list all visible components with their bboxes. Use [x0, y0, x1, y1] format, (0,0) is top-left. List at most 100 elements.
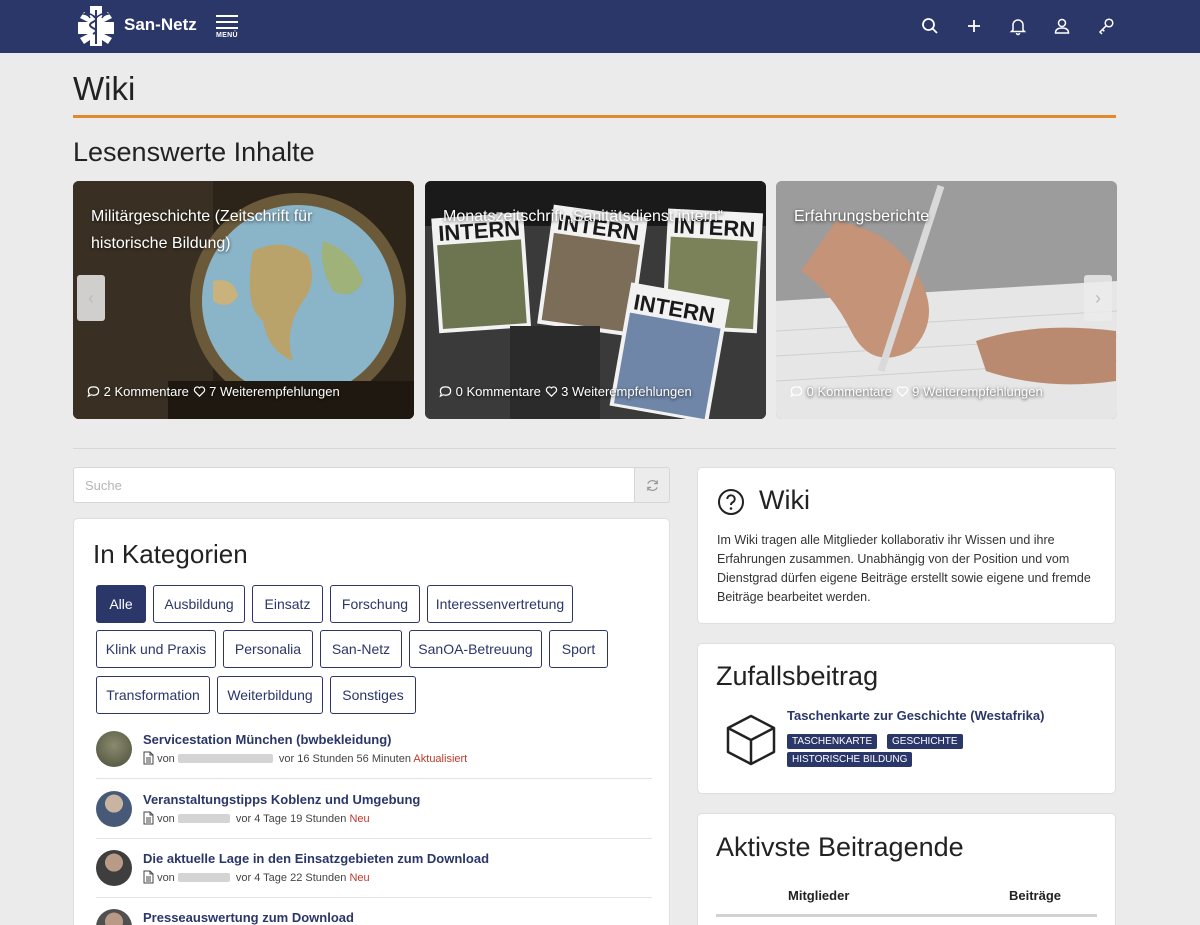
wiki-info-title: Wiki — [759, 485, 810, 515]
entry-title-link[interactable]: Servicestation München (bwbekleidung) — [143, 732, 391, 747]
category-tag-weiterbildung[interactable]: Weiterbildung — [217, 676, 323, 714]
author-link-blurred[interactable] — [177, 814, 230, 823]
entry-divider — [96, 897, 652, 898]
categories-title: In Kategorien — [93, 539, 248, 569]
category-tag-transformation[interactable]: Transformation — [96, 676, 210, 714]
document-icon — [143, 751, 154, 765]
document-icon — [143, 870, 154, 884]
featured-section-title: Lesenswerte Inhalte — [73, 137, 315, 167]
random-post-panel: Zufallsbeitrag Taschenkarte zur Geschich… — [697, 643, 1116, 794]
carousel-next-button[interactable]: › — [1084, 275, 1112, 321]
author-link-blurred[interactable] — [177, 873, 230, 882]
status-badge: Neu — [349, 872, 370, 884]
featured-card-militaergeschichte[interactable]: Militärgeschichte (Zeitschrift für histo… — [73, 181, 414, 419]
user-icon[interactable] — [1051, 15, 1073, 37]
refresh-button[interactable] — [634, 467, 670, 503]
category-tag-interessenvertretung[interactable]: Interessenvertretung — [427, 585, 573, 623]
featured-card-sanitaetsdienst-intern[interactable]: INTERN INTERN INTERN INTERN Monatszeitsc… — [425, 181, 766, 419]
avatar[interactable] — [96, 731, 132, 767]
plus-icon[interactable] — [963, 15, 985, 37]
entry-meta: von vor 4 Tage 22 Stunden Neu — [143, 870, 370, 884]
entry-meta: von vor 16 Stunden 56 Minuten Aktualisie… — [143, 751, 467, 765]
entry-title-link[interactable]: Presseauswertung zum Download — [143, 910, 354, 925]
category-tag-sport[interactable]: Sport — [549, 630, 608, 668]
page-title: Wiki — [73, 70, 136, 107]
entry-title-link[interactable]: Veranstaltungstipps Koblenz und Umgebung — [143, 792, 420, 807]
by-label: von — [157, 872, 175, 884]
category-tag-ausbildung[interactable]: Ausbildung — [153, 585, 245, 623]
most-active-title: Aktivste Beitragende — [716, 832, 964, 862]
wiki-info-panel: Wiki Im Wiki tragen alle Mitglieder koll… — [697, 467, 1116, 624]
brand-name[interactable]: San-Netz — [124, 15, 197, 35]
card-title: Monatszeitschrift „Sanitätsdienst intern… — [443, 208, 724, 225]
list-item: Die aktuelle Lage in den Einsatzgebieten… — [96, 848, 652, 908]
random-post-link[interactable]: Taschenkarte zur Geschichte (Westafrika) — [787, 708, 1044, 723]
column-header-posts[interactable]: Beiträge — [1009, 888, 1061, 903]
category-tag-san-netz[interactable]: San-Netz — [320, 630, 402, 668]
entry-time: vor 16 Stunden 56 Minuten — [278, 753, 411, 765]
tag-label-geschichte[interactable]: GESCHICHTE — [887, 734, 963, 749]
comment-icon — [439, 386, 452, 398]
avatar[interactable] — [96, 850, 132, 886]
entry-meta: von vor 4 Tage 19 Stunden Neu — [143, 811, 370, 825]
status-badge: Aktualisiert — [413, 753, 468, 765]
wiki-info-text: Im Wiki tragen alle Mitglieder kollabora… — [717, 533, 1091, 604]
san-netz-logo[interactable] — [76, 4, 116, 48]
refresh-icon — [647, 480, 658, 491]
comment-count: 0 Kommentare — [806, 384, 892, 399]
category-tag-sonstiges[interactable]: Sonstiges — [330, 676, 416, 714]
tag-label-historische-bildung[interactable]: HISTORISCHE BILDUNG — [787, 752, 913, 767]
featured-card-erfahrungsberichte[interactable]: Erfahrungsberichte 0 Kommentare 9 Weiter… — [776, 181, 1117, 419]
card-title: Erfahrungsberichte — [794, 208, 930, 225]
menu-button[interactable]: MENÜ — [214, 15, 242, 41]
list-item: Servicestation München (bwbekleidung) vo… — [96, 729, 652, 789]
heart-icon — [193, 386, 205, 397]
category-tag-forschung[interactable]: Forschung — [330, 585, 420, 623]
menu-label: MENÜ — [216, 32, 238, 39]
most-active-panel: Aktivste Beitragende Mitglieder Beiträge — [697, 813, 1116, 925]
category-tag-einsatz[interactable]: Einsatz — [252, 585, 323, 623]
comment-icon — [790, 386, 803, 398]
comment-count: 2 Kommentare — [103, 384, 189, 399]
comment-icon — [87, 386, 100, 398]
category-tag-klink-und-praxis[interactable]: Klink und Praxis — [96, 630, 216, 668]
section-divider — [73, 448, 1116, 449]
entry-time: vor 4 Tage 19 Stunden — [235, 813, 347, 825]
recommendation-count: 3 Weiterempfehlungen — [561, 384, 692, 399]
entry-title-link[interactable]: Die aktuelle Lage in den Einsatzgebieten… — [143, 851, 489, 866]
by-label: von — [157, 753, 175, 765]
entry-divider — [96, 838, 652, 839]
avatar[interactable] — [96, 909, 132, 925]
heart-icon — [896, 386, 908, 397]
search-input[interactable] — [73, 467, 635, 503]
question-circle-icon — [718, 489, 744, 515]
title-divider — [73, 115, 1116, 118]
recommendation-count: 7 Weiterempfehlungen — [209, 384, 340, 399]
carousel-prev-button[interactable]: ‹ — [77, 275, 105, 321]
card-title: Militärgeschichte (Zeitschrift für histo… — [91, 208, 313, 252]
comment-count: 0 Kommentare — [455, 384, 541, 399]
entry-divider — [96, 778, 652, 779]
card-meta: 0 Kommentare 3 Weiterempfehlungen — [439, 384, 692, 399]
status-badge: Neu — [349, 813, 370, 825]
recommendation-count: 9 Weiterempfehlungen — [912, 384, 1043, 399]
bell-icon[interactable] — [1007, 15, 1029, 37]
document-icon — [143, 811, 154, 825]
avatar[interactable] — [96, 791, 132, 827]
key-icon[interactable] — [1095, 15, 1117, 37]
by-label: von — [157, 813, 175, 825]
author-link-blurred[interactable] — [177, 754, 273, 763]
column-header-members[interactable]: Mitglieder — [788, 888, 849, 903]
entry-time: vor 4 Tage 22 Stunden — [235, 872, 347, 884]
category-tag-alle[interactable]: Alle — [96, 585, 146, 623]
category-tag-personalia[interactable]: Personalia — [223, 630, 313, 668]
card-meta: 2 Kommentare 7 Weiterempfehlungen — [87, 384, 340, 399]
random-post-title: Zufallsbeitrag — [716, 661, 879, 691]
cube-icon — [726, 714, 776, 766]
search-icon[interactable] — [919, 15, 941, 37]
list-item: Veranstaltungstipps Koblenz und Umgebung… — [96, 789, 652, 849]
category-tag-sanoa-betreuung[interactable]: SanOA-Betreuung — [409, 630, 542, 668]
list-item: Presseauswertung zum Download — [96, 907, 652, 925]
tag-label-taschenkarte[interactable]: TASCHENKARTE — [787, 734, 878, 749]
card-meta: 0 Kommentare 9 Weiterempfehlungen — [790, 384, 1043, 399]
